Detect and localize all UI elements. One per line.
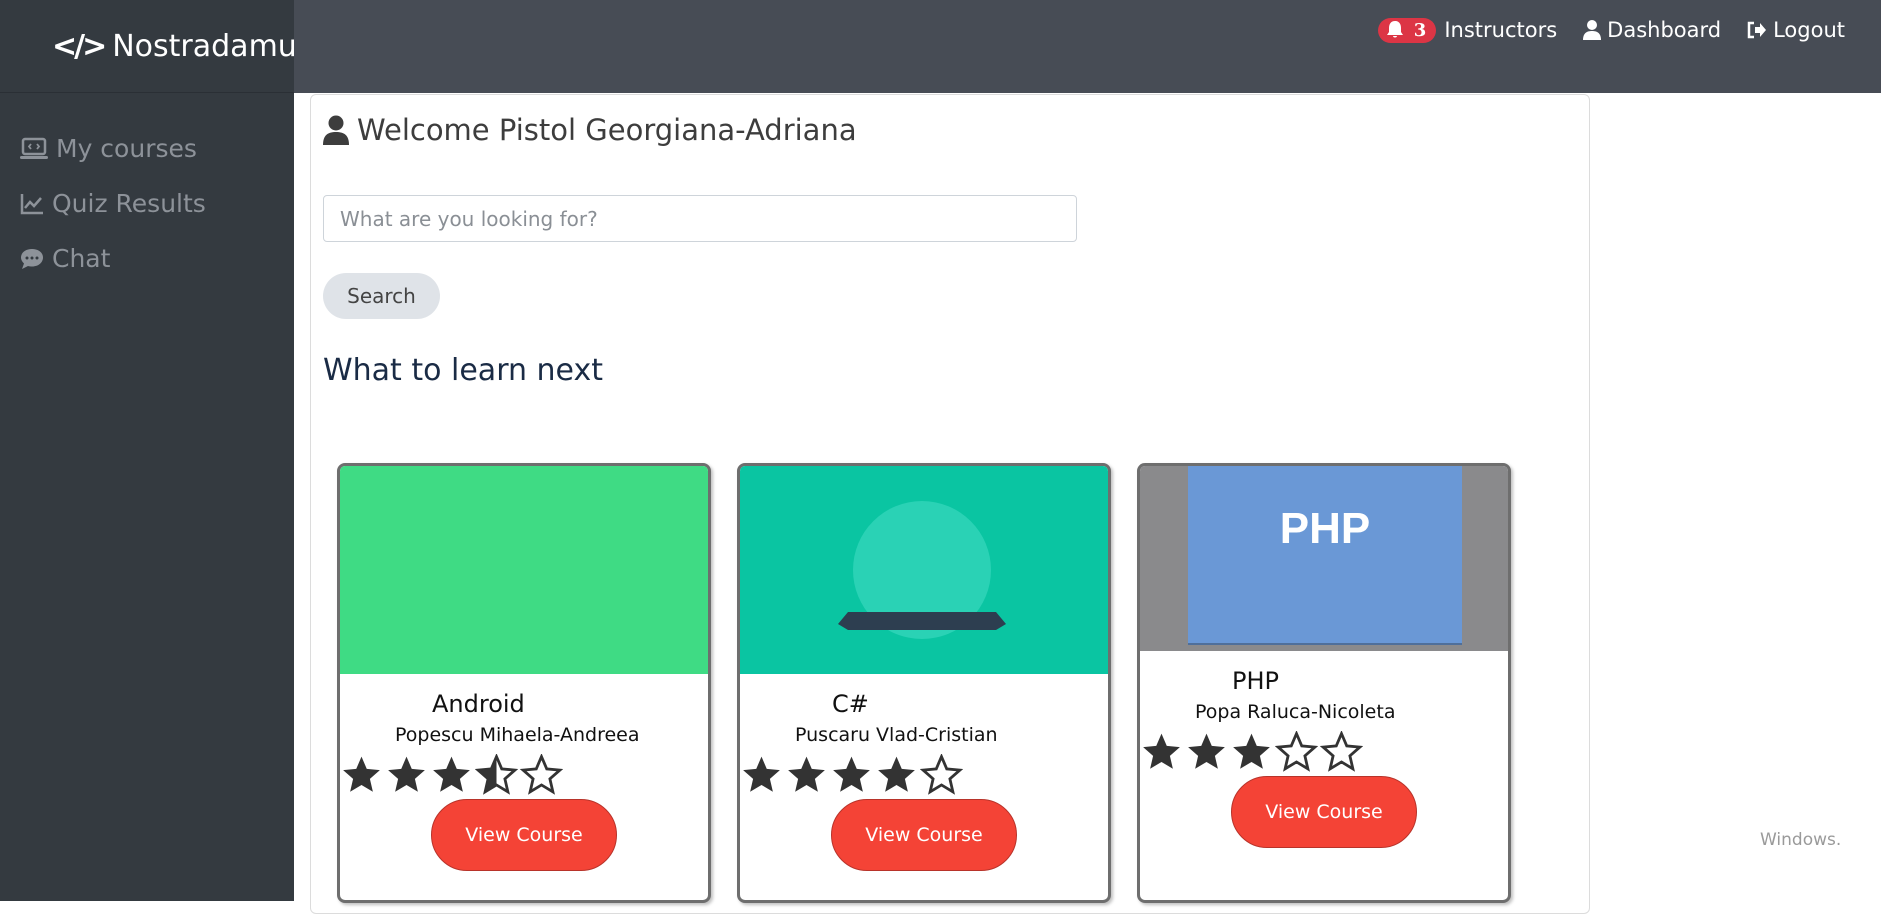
- dashboard-label: Dashboard: [1607, 18, 1722, 42]
- instructors-link[interactable]: 3 Instructors: [1377, 17, 1558, 43]
- star-empty-icon: [1320, 731, 1363, 772]
- logout-label: Logout: [1773, 18, 1845, 42]
- notification-badge[interactable]: 3: [1377, 17, 1437, 43]
- course-card-csharp: C# Puscaru Vlad-Cristian View Course: [737, 463, 1111, 903]
- sign-out-icon: [1747, 21, 1767, 39]
- course-author: Popa Raluca-Nicoleta: [1195, 701, 1396, 723]
- star-half-icon: [475, 754, 518, 795]
- star-full-icon: [788, 756, 825, 792]
- course-title: C#: [832, 690, 869, 718]
- star-full-icon: [1143, 733, 1180, 769]
- dashboard-link[interactable]: Dashboard: [1583, 18, 1721, 42]
- laptop-code-icon: [20, 137, 48, 159]
- rating-stars: [1140, 731, 1365, 773]
- course-author: Puscaru Vlad-Cristian: [795, 724, 998, 746]
- sidebar-item-label: Quiz Results: [52, 189, 206, 218]
- code-icon: </>: [52, 28, 107, 64]
- star-full-icon: [1188, 733, 1225, 769]
- rating-stars: [340, 754, 565, 796]
- star-full-icon: [343, 756, 380, 792]
- user-icon: [323, 115, 349, 145]
- instructors-label: Instructors: [1444, 18, 1558, 42]
- star-full-icon: [878, 756, 915, 792]
- star-empty-icon: [520, 754, 563, 795]
- main-panel: Welcome Pistol Georgiana-Adriana Search …: [310, 94, 1590, 914]
- nav-right: 3 Instructors Dashboard Logout: [1352, 0, 1845, 60]
- rating-stars: [740, 754, 965, 796]
- view-course-button[interactable]: View Course: [1231, 776, 1417, 848]
- welcome-heading: Welcome Pistol Georgiana-Adriana: [323, 113, 857, 147]
- chart-line-icon: [20, 193, 43, 214]
- star-empty-icon: [920, 754, 963, 795]
- view-course-button[interactable]: View Course: [431, 799, 617, 871]
- bell-icon: [1386, 21, 1403, 38]
- comment-dots-icon: [21, 248, 43, 269]
- sidebar-item-chat[interactable]: Chat: [0, 231, 294, 286]
- star-full-icon: [388, 756, 425, 792]
- course-card-android: Android Popescu Mihaela-Andreea View Cou…: [337, 463, 711, 903]
- course-author: Popescu Mihaela-Andreea: [395, 724, 640, 746]
- sidebar-item-my-courses[interactable]: My courses: [0, 121, 294, 176]
- star-full-icon: [1233, 733, 1270, 769]
- logout-link[interactable]: Logout: [1747, 18, 1845, 42]
- view-course-button[interactable]: View Course: [831, 799, 1017, 871]
- sidebar: My courses Quiz Results Chat: [0, 93, 294, 901]
- search-button[interactable]: Search: [323, 273, 440, 319]
- course-image: [740, 466, 1108, 674]
- star-full-icon: [743, 756, 780, 792]
- course-card-php: PHP PHP Popa Raluca-Nicoleta View Course: [1137, 463, 1511, 903]
- section-title: What to learn next: [323, 353, 604, 388]
- brand-name: Nostradamus: [112, 28, 313, 64]
- course-title: PHP: [1232, 667, 1279, 695]
- star-full-icon: [433, 756, 470, 792]
- sidebar-item-label: My courses: [56, 134, 197, 163]
- search-input[interactable]: [323, 195, 1077, 242]
- user-icon: [1583, 20, 1602, 40]
- laptop-illustration-icon: [838, 501, 1006, 639]
- star-empty-icon: [1275, 731, 1318, 772]
- notification-count: 3: [1413, 19, 1427, 41]
- course-image: PHP: [1140, 466, 1508, 651]
- sidebar-item-label: Chat: [52, 244, 111, 273]
- welcome-text: Welcome Pistol Georgiana-Adriana: [357, 113, 857, 147]
- php-banner: PHP: [1188, 466, 1462, 645]
- course-image: [340, 466, 708, 674]
- star-full-icon: [833, 756, 870, 792]
- sidebar-item-quiz-results[interactable]: Quiz Results: [0, 176, 294, 231]
- course-title: Android: [432, 690, 525, 718]
- php-banner-text: PHP: [1279, 504, 1371, 553]
- windows-watermark: Windows.: [1760, 830, 1842, 850]
- brand[interactable]: </> Nostradamus: [0, 0, 312, 93]
